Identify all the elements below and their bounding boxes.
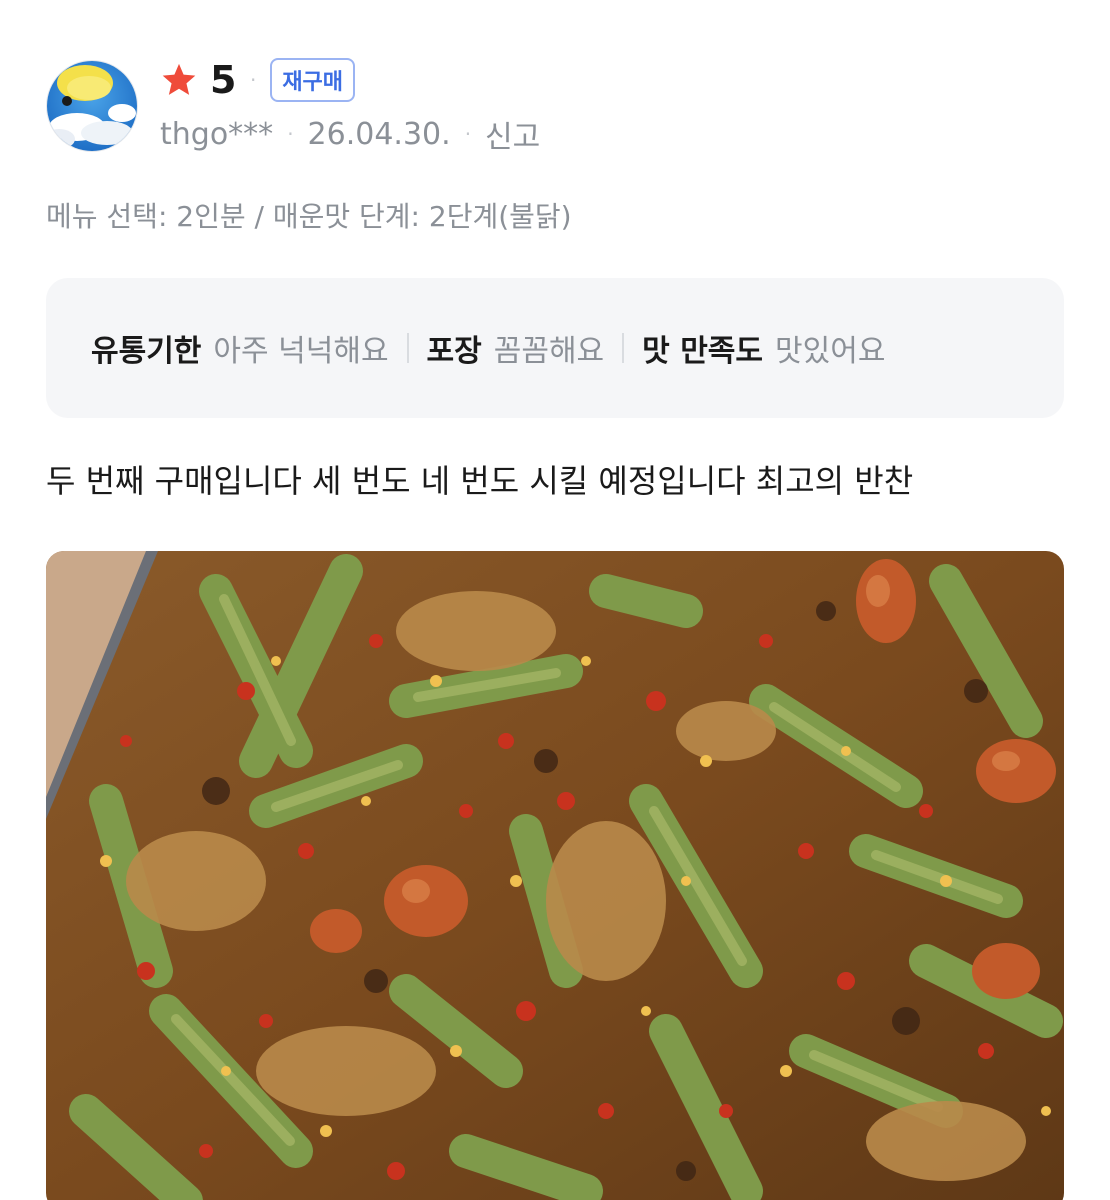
- summary-value-packaging: 꼼꼼해요: [493, 334, 605, 369]
- rating-score: 5: [210, 58, 236, 102]
- report-button[interactable]: 신고: [485, 112, 540, 156]
- food-photo-image: [46, 551, 1064, 1200]
- rating-row: 5 · 재구매: [160, 57, 356, 103]
- avatar-image: [47, 61, 137, 151]
- summary-divider: [406, 333, 409, 363]
- repurchase-badge: 재구매: [270, 58, 356, 102]
- summary-key-taste: 맛 만족도: [642, 334, 764, 369]
- dot-separator: ·: [249, 68, 257, 92]
- review-body: 두 번째 구매입니다 세 번도 네 번도 시킬 예정입니다 최고의 반찬: [46, 462, 914, 500]
- review-photo[interactable]: [46, 551, 1064, 1200]
- summary-divider: [622, 333, 625, 363]
- star-icon: [162, 63, 196, 95]
- dot-separator: ·: [464, 122, 472, 146]
- dot-separator: ·: [287, 122, 294, 146]
- purchase-option: 메뉴 선택: 2인분 / 매운맛 단계: 2단계(불닭): [46, 200, 572, 233]
- summary-value-taste: 맛있어요: [775, 334, 886, 369]
- reviewer-name: thgo***: [160, 116, 274, 152]
- review-card: 5 · 재구매 thgo*** · 26.04.30. · 신고 메뉴 선택: …: [0, 0, 1110, 1200]
- review-date: 26.04.30.: [307, 116, 451, 152]
- summary-key-packaging: 포장: [426, 334, 482, 369]
- summary-value-expiry: 아주 넉넉해요: [213, 334, 389, 369]
- review-meta: thgo*** · 26.04.30. · 신고: [160, 112, 540, 156]
- summary-key-expiry: 유통기한: [91, 334, 202, 369]
- review-summary: 유통기한 아주 넉넉해요 포장 꼼꼼해요 맛 만족도 맛있어요: [46, 278, 1064, 418]
- avatar[interactable]: [46, 60, 138, 152]
